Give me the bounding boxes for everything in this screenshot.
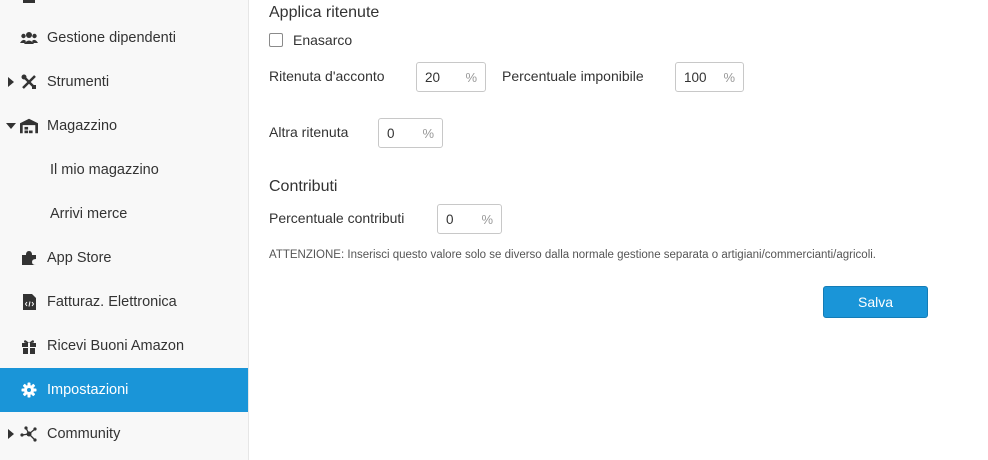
sidebar-item-label: Magazzino	[47, 118, 118, 134]
sidebar-item-label: Arrivi merce	[50, 206, 128, 222]
sidebar-item-ricevi-buoni-amazon[interactable]: Ricevi Buoni Amazon	[0, 324, 248, 368]
save-button[interactable]: Salva	[823, 286, 928, 318]
sidebar-item-il-mio-magazzino[interactable]: Il mio magazzino	[0, 148, 248, 192]
gift-icon	[20, 337, 38, 355]
percentuale-contributi-input[interactable]: 0 %	[437, 204, 502, 234]
sidebar-item-gestione-dipendenti[interactable]: Gestione dipendenti	[0, 16, 248, 60]
sidebar-item-label: Il mio magazzino	[50, 162, 159, 178]
ritenuta-acconto-input[interactable]: 20 %	[416, 62, 486, 92]
ritenute-title: Applica ritenute	[269, 4, 380, 21]
warehouse-icon	[20, 117, 38, 135]
sidebar-item-label: Ricevi Buoni Amazon	[47, 338, 185, 354]
percentuale-contributi-label: Percentuale contributi	[269, 210, 405, 226]
sidebar-item-fatturazione-elettronica[interactable]: Fatturaz. Elettronica	[0, 280, 248, 324]
altra-ritenuta-input[interactable]: 0 %	[378, 118, 443, 148]
gear-icon	[20, 381, 38, 399]
percent-unit: %	[481, 212, 493, 227]
percentuale-imponibile-value: 100	[684, 70, 707, 85]
ritenuta-acconto-label: Ritenuta d'acconto	[269, 68, 385, 84]
sidebar-item-label: Gestione dipendenti	[47, 30, 176, 46]
ritenuta-acconto-value: 20	[425, 70, 441, 85]
sidebar-item-community[interactable]: Community	[0, 412, 248, 456]
sidebar-item-magazzino[interactable]: Magazzino	[0, 104, 248, 148]
percent-unit: %	[723, 70, 735, 85]
sidebar-item-arrivi-merce[interactable]: Arrivi merce	[0, 192, 248, 236]
network-icon	[20, 425, 38, 443]
code-file-icon	[20, 293, 38, 311]
percent-unit: %	[465, 70, 477, 85]
sidebar-item-strumenti[interactable]: Strumenti	[0, 60, 248, 104]
caret-down-icon[interactable]	[6, 121, 16, 131]
sidebar: Gestione dipendenti Strumenti Magazzino …	[0, 0, 249, 460]
sidebar-item-label: App Store	[47, 250, 112, 266]
sidebar-item-cut[interactable]	[0, 0, 248, 6]
percentuale-contributi-value: 0	[446, 212, 454, 227]
sidebar-item-impostazioni[interactable]: Impostazioni	[0, 368, 248, 412]
altra-ritenuta-value: 0	[387, 126, 395, 141]
altra-ritenuta-label: Altra ritenuta	[269, 124, 349, 140]
caret-right-icon[interactable]	[6, 429, 16, 439]
sidebar-item-label: Strumenti	[47, 74, 110, 90]
contributi-title: Contributi	[269, 178, 338, 195]
tools-icon	[20, 73, 38, 91]
enasarco-checkbox[interactable]	[269, 33, 283, 47]
users-icon	[20, 29, 38, 47]
caret-right-icon[interactable]	[6, 77, 16, 87]
sidebar-item-label: Community	[47, 426, 121, 442]
sidebar-item-app-store[interactable]: App Store	[0, 236, 248, 280]
sidebar-item-label: Impostazioni	[47, 382, 129, 398]
percentuale-imponibile-label: Percentuale imponibile	[502, 68, 644, 84]
list-icon	[20, 0, 38, 8]
puzzle-icon	[20, 249, 38, 267]
percentuale-imponibile-input[interactable]: 100 %	[675, 62, 744, 92]
sidebar-item-label: Fatturaz. Elettronica	[47, 294, 177, 310]
warning-note: ATTENZIONE: Inserisci questo valore solo…	[269, 249, 876, 261]
settings-panel: Applica ritenute Enasarco Ritenuta d'acc…	[249, 0, 988, 460]
enasarco-label: Enasarco	[293, 32, 353, 48]
percent-unit: %	[422, 126, 434, 141]
